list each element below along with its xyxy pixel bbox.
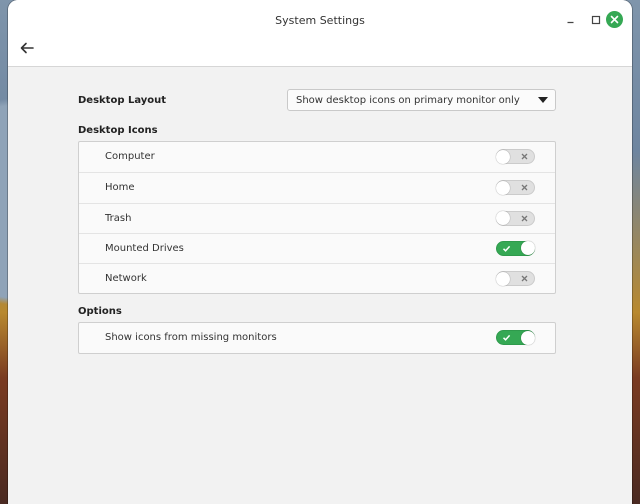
desktop-layout-label: Desktop Layout [78, 95, 167, 106]
toggle-knob [496, 180, 510, 195]
maximize-icon [591, 15, 601, 25]
settings-content: Desktop Layout Show desktop icons on pri… [78, 88, 558, 355]
close-icon [610, 15, 619, 24]
check-icon [502, 334, 511, 341]
list-item-computer: Computer [79, 142, 555, 172]
row-label: Home [105, 182, 135, 194]
minimize-button[interactable] [563, 12, 579, 28]
missing-monitors-toggle[interactable] [496, 330, 535, 345]
check-icon [502, 245, 511, 252]
network-toggle[interactable] [496, 271, 535, 287]
options-heading: Options [78, 306, 122, 317]
desktop-icons-heading: Desktop Icons [78, 125, 158, 136]
list-item-trash: Trash [79, 202, 555, 233]
x-icon [521, 184, 528, 191]
toggle-knob [496, 211, 510, 226]
computer-toggle[interactable] [496, 149, 535, 164]
row-label: Mounted Drives [105, 242, 184, 254]
titlebar: System Settings [8, 0, 632, 67]
row-label: Show icons from missing monitors [105, 332, 277, 343]
close-button[interactable] [606, 11, 623, 28]
desktop-layout-dropdown[interactable]: Show desktop icons on primary monitor on… [287, 89, 556, 111]
x-icon [521, 275, 528, 282]
row-label: Computer [105, 151, 155, 162]
toggle-knob [496, 149, 510, 164]
caret-down-icon [538, 97, 548, 103]
list-item-home: Home [79, 172, 555, 202]
toggle-knob [496, 271, 510, 286]
desktop-icons-panel: Computer Home Trash Mounted Drives Netwo… [78, 141, 556, 295]
settings-window: System Settings Desktop Layout Show desk… [8, 0, 632, 504]
list-item-missing-monitors: Show icons from missing monitors [79, 323, 555, 353]
window-title: System Settings [275, 14, 365, 27]
mounted-drives-toggle[interactable] [496, 240, 535, 256]
trash-toggle[interactable] [496, 210, 535, 226]
toggle-knob [521, 330, 535, 345]
list-item-network: Network [79, 263, 555, 293]
maximize-button[interactable] [588, 12, 604, 28]
list-item-mounted-drives: Mounted Drives [79, 232, 555, 263]
minimize-icon [567, 21, 574, 24]
home-toggle[interactable] [496, 180, 535, 196]
desktop-layout-value: Show desktop icons on primary monitor on… [296, 95, 520, 106]
desktop-layout-row: Desktop Layout Show desktop icons on pri… [78, 88, 558, 114]
options-panel: Show icons from missing monitors [78, 322, 556, 355]
row-label: Network [105, 273, 147, 285]
x-icon [521, 153, 528, 160]
x-icon [521, 215, 528, 222]
back-button[interactable] [18, 40, 36, 56]
toggle-knob [521, 241, 535, 256]
arrow-left-icon [20, 42, 34, 54]
row-label: Trash [105, 212, 132, 224]
